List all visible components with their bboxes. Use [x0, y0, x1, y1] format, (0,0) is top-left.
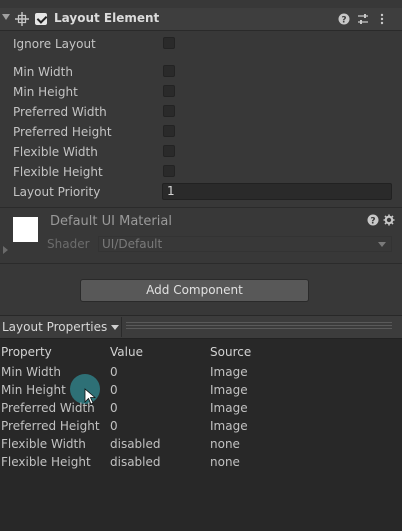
add-component-button[interactable]: Add Component — [80, 279, 309, 302]
shader-dropdown[interactable]: UI/Default — [98, 236, 392, 252]
more-options-icon[interactable] — [378, 12, 386, 26]
material-foldout-icon[interactable] — [3, 246, 8, 254]
flexible-height-label: Flexible Height — [13, 165, 103, 179]
cell-value: disabled — [110, 437, 161, 451]
flexible-width-label: Flexible Width — [13, 145, 98, 159]
cell-source: Image — [210, 383, 248, 397]
cell-value: disabled — [110, 455, 161, 469]
min-height-checkbox[interactable] — [163, 85, 175, 97]
ignore-layout-checkbox[interactable] — [163, 37, 175, 49]
min-height-label: Min Height — [13, 85, 78, 99]
preferred-height-label: Preferred Height — [13, 125, 112, 139]
material-name: Default UI Material — [50, 214, 172, 229]
cell-property: Flexible Height — [1, 455, 91, 469]
cell-source: Image — [210, 401, 248, 415]
svg-text:?: ? — [370, 217, 375, 227]
layout-priority-input[interactable]: 1 — [162, 183, 392, 200]
mouse-pointer-icon — [84, 388, 96, 405]
cell-property: Min Height — [1, 383, 66, 397]
resize-grip[interactable] — [126, 322, 392, 329]
ignore-layout-label: Ignore Layout — [13, 37, 96, 51]
cell-source: Image — [210, 365, 248, 379]
flexible-width-checkbox[interactable] — [163, 145, 175, 157]
cell-property: Preferred Height — [1, 419, 100, 433]
cell-property: Preferred Width — [1, 401, 95, 415]
dropdown-caret-icon[interactable] — [111, 325, 119, 330]
shader-label: Shader — [47, 237, 90, 251]
help-icon[interactable]: ? — [338, 13, 350, 25]
component-title: Layout Element — [54, 11, 160, 25]
cell-value: 0 — [110, 365, 118, 379]
column-header-property: Property — [1, 345, 52, 359]
component-enabled-checkbox[interactable] — [35, 13, 47, 25]
flexible-height-checkbox[interactable] — [163, 165, 175, 177]
preferred-width-label: Preferred Width — [13, 105, 107, 119]
cell-source: Image — [210, 419, 248, 433]
min-width-label: Min Width — [13, 65, 73, 79]
layout-properties-dropdown[interactable]: Layout Properties — [2, 320, 107, 334]
preferred-width-checkbox[interactable] — [163, 105, 175, 117]
cell-value: 0 — [110, 401, 118, 415]
cell-source: none — [210, 455, 240, 469]
material-settings-gear-icon[interactable] — [383, 214, 395, 226]
toolbar-separator — [121, 317, 122, 337]
cell-property: Min Width — [1, 365, 61, 379]
min-width-checkbox[interactable] — [163, 65, 175, 77]
cell-property: Flexible Width — [1, 437, 86, 451]
section-divider — [0, 263, 402, 264]
section-divider — [0, 207, 402, 208]
preset-sliders-icon[interactable] — [357, 13, 369, 25]
column-header-source: Source — [210, 345, 252, 359]
move-icon — [15, 12, 29, 26]
cell-value: 0 — [110, 383, 118, 397]
shader-value: UI/Default — [102, 237, 163, 251]
cell-value: 0 — [110, 419, 118, 433]
layout-priority-label: Layout Priority — [13, 185, 101, 199]
column-header-value: Value — [110, 345, 143, 359]
preferred-height-checkbox[interactable] — [163, 125, 175, 137]
dropdown-caret-icon — [378, 242, 386, 247]
cell-source: none — [210, 437, 240, 451]
material-thumbnail[interactable] — [13, 217, 38, 242]
panel-menu-icon[interactable]: ⋮ — [398, 320, 402, 333]
material-help-icon[interactable]: ? — [367, 214, 379, 226]
foldout-arrow-icon[interactable] — [2, 14, 10, 20]
svg-text:?: ? — [341, 16, 346, 26]
